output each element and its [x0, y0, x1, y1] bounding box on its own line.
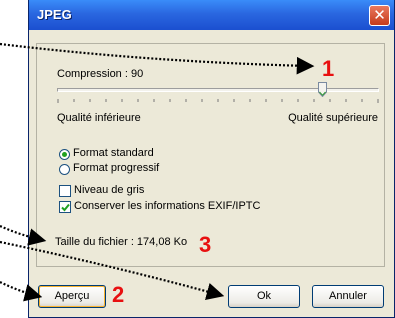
- cancel-button[interactable]: Annuler: [312, 285, 384, 308]
- format-standard-radio[interactable]: [59, 149, 70, 160]
- title-bar[interactable]: JPEG ✕: [29, 0, 394, 30]
- format-progressive-radio[interactable]: [59, 164, 70, 175]
- grayscale-checkbox[interactable]: [59, 185, 71, 197]
- file-size-label: Taille du fichier : 174,08 Ko: [55, 236, 188, 248]
- screenshot-stage: JPEG ✕ Compression : 90 Qualité inférieu…: [0, 0, 395, 318]
- format-standard-label[interactable]: Format standard: [73, 147, 154, 159]
- grayscale-label[interactable]: Niveau de gris: [74, 184, 144, 196]
- close-button[interactable]: ✕: [369, 5, 390, 26]
- compression-label: Compression : 90: [57, 68, 144, 80]
- annotation-marker-2: 2: [112, 282, 125, 307]
- checkmark-icon: [61, 203, 70, 212]
- slider-track[interactable]: [57, 88, 379, 92]
- max-quality-label: Qualité supérieure: [288, 112, 378, 124]
- annotation-marker-3: 3: [199, 232, 212, 257]
- close-icon: ✕: [373, 6, 386, 24]
- slider-ticks: [57, 99, 379, 103]
- format-progressive-label[interactable]: Format progressif: [73, 162, 159, 174]
- slider-thumb[interactable]: [318, 82, 327, 97]
- exif-checkbox[interactable]: [59, 201, 71, 213]
- exif-label[interactable]: Conserver les informations EXIF/IPTC: [74, 200, 260, 212]
- min-quality-label: Qualité inférieure: [57, 112, 141, 124]
- jpeg-dialog: JPEG ✕ Compression : 90 Qualité inférieu…: [28, 0, 395, 318]
- window-title: JPEG: [37, 7, 72, 22]
- preview-button[interactable]: Aperçu: [38, 285, 106, 308]
- annotation-marker-1: 1: [322, 56, 335, 81]
- radio-selected-dot: [62, 152, 67, 157]
- ok-button[interactable]: Ok: [228, 285, 300, 308]
